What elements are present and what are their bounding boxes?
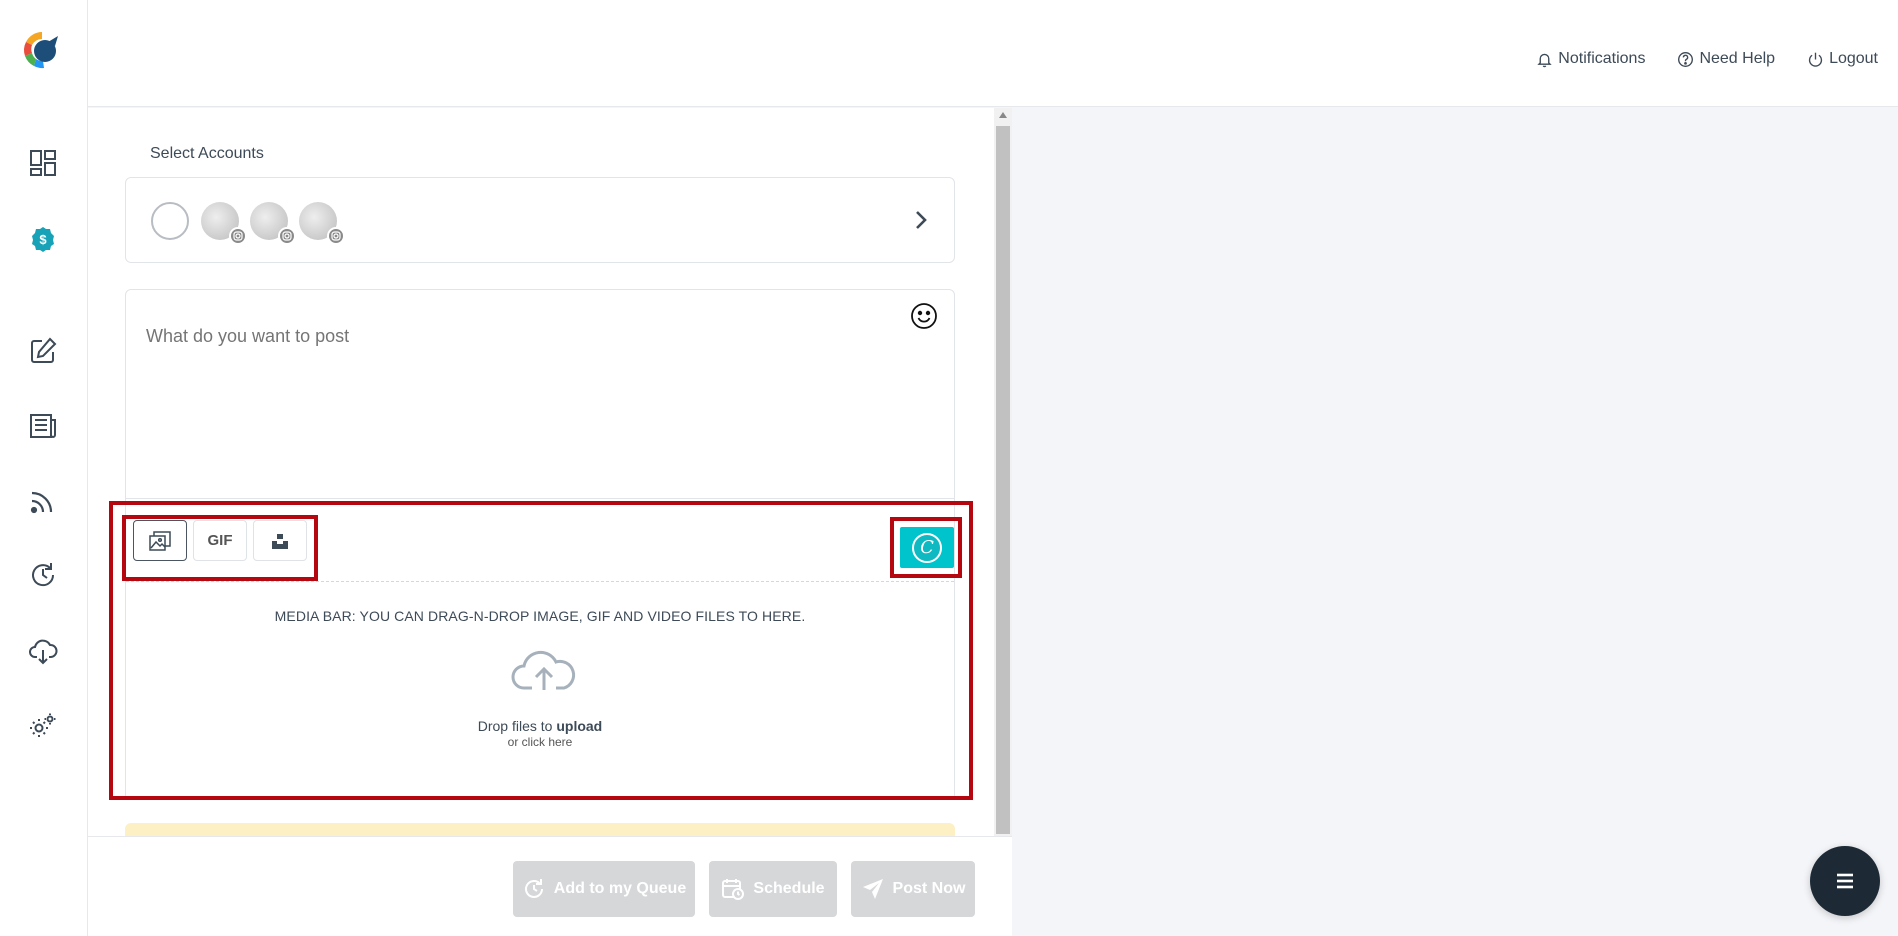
notifications-link[interactable]: Notifications [1536, 50, 1645, 68]
posts-icon[interactable] [26, 409, 60, 443]
emoji-icon[interactable] [910, 302, 938, 330]
dropzone-click-text: or click here [507, 735, 573, 749]
send-icon [862, 879, 883, 899]
account-avatar[interactable] [201, 202, 247, 245]
dropzone-title: MEDIA BAR: YOU CAN DRAG-N-DROP IMAGE, GI… [274, 608, 806, 624]
post-now-button[interactable]: Post Now [851, 861, 975, 917]
gif-label: GIF [207, 532, 233, 549]
post-now-label: Post Now [892, 880, 966, 897]
account-selector[interactable] [125, 177, 955, 263]
sidebar: $ [0, 0, 88, 936]
account-avatar[interactable] [250, 202, 296, 245]
queue-icon[interactable] [26, 558, 60, 592]
instagram-icon [278, 227, 296, 245]
dropzone-upload-text: Drop files to upload [126, 718, 954, 734]
post-composer: Select Accounts GIF C MEDIA BAR: [88, 108, 994, 836]
compose-icon[interactable] [26, 334, 60, 368]
dropzone-upload-word: upload [556, 718, 603, 734]
logout-link[interactable]: Logout [1807, 50, 1878, 68]
image-gallery-icon [149, 530, 171, 551]
queue-icon [524, 879, 543, 898]
notifications-label: Notifications [1558, 50, 1646, 67]
unsplash-button[interactable] [253, 520, 307, 561]
instagram-icon [327, 227, 345, 245]
header-links: Notifications Need Help Logout [1536, 50, 1878, 68]
floating-menu-button[interactable] [1810, 846, 1880, 916]
app-logo[interactable] [22, 30, 62, 70]
chevron-right-icon[interactable] [910, 206, 932, 234]
post-text-area[interactable] [125, 289, 955, 499]
dashboard-icon[interactable] [26, 146, 60, 180]
scroll-up-arrow[interactable] [999, 112, 1007, 118]
composer-scrollbar[interactable] [994, 108, 1012, 836]
power-icon [1808, 52, 1823, 67]
cloud-upload-icon [511, 650, 576, 690]
canva-icon: C [912, 532, 942, 563]
queue-label: Add to my Queue [553, 880, 687, 897]
logout-label: Logout [1829, 50, 1878, 67]
menu-icon [1837, 873, 1853, 889]
schedule-button[interactable]: Schedule [709, 861, 837, 917]
top-header: Notifications Need Help Logout [88, 0, 1898, 107]
post-input[interactable] [146, 326, 886, 347]
add-to-queue-button[interactable]: Add to my Queue [513, 861, 695, 917]
select-all-accounts-radio[interactable] [151, 202, 189, 240]
account-avatar[interactable] [299, 202, 345, 245]
settings-icon[interactable] [26, 709, 60, 743]
scroll-thumb[interactable] [996, 126, 1010, 834]
help-icon [1678, 51, 1694, 67]
calendar-icon [722, 879, 745, 900]
schedule-label: Schedule [753, 880, 825, 897]
billing-icon[interactable]: $ [26, 222, 60, 256]
file-dropzone[interactable]: MEDIA BAR: YOU CAN DRAG-N-DROP IMAGE, GI… [126, 581, 954, 799]
bell-icon [1537, 53, 1552, 67]
rss-feed-icon[interactable] [26, 484, 60, 518]
canva-button[interactable]: C [900, 527, 954, 568]
notice-banner [125, 823, 955, 836]
svg-text:$: $ [39, 232, 47, 247]
download-icon[interactable] [26, 634, 60, 668]
need-help-link[interactable]: Need Help [1677, 50, 1775, 68]
add-gif-button[interactable]: GIF [193, 520, 247, 561]
action-footer: Add to my Queue Schedule Post Now [88, 836, 1012, 936]
unsplash-icon [272, 533, 288, 549]
media-bar: GIF C MEDIA BAR: YOU CAN DRAG-N-DROP IMA… [125, 499, 955, 799]
add-image-button[interactable] [133, 520, 187, 561]
select-accounts-label: Select Accounts [150, 145, 264, 162]
help-label: Need Help [1699, 50, 1776, 67]
dropzone-prefix: Drop files to [477, 718, 557, 734]
instagram-icon [229, 227, 247, 245]
